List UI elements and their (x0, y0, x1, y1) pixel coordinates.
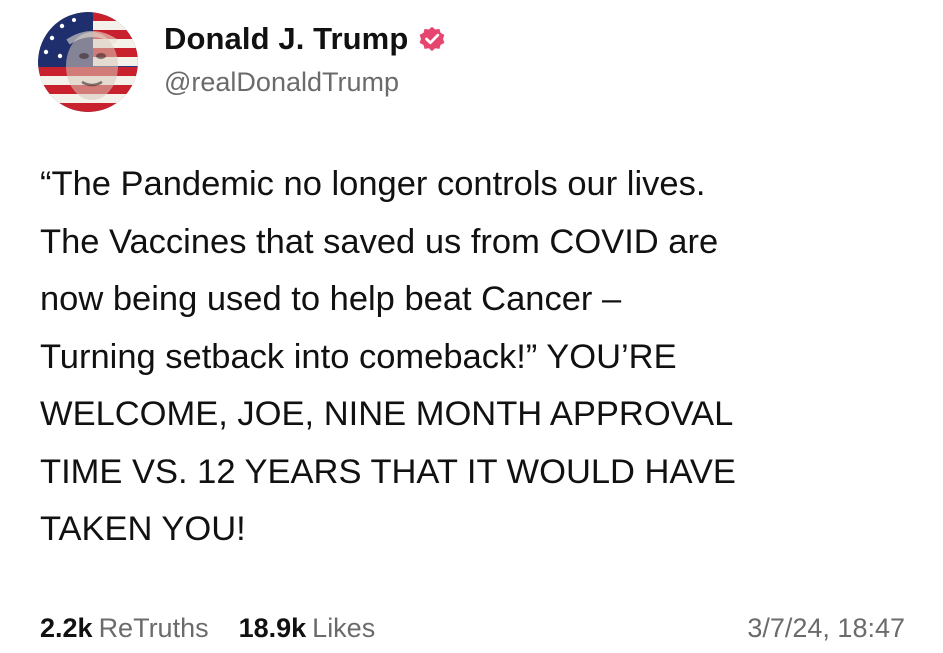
retruths-label: ReTruths (98, 612, 209, 643)
post-footer: 2.2k ReTruths 18.9k Likes 3/7/24, 18:47 (40, 608, 905, 648)
post-text: “The Pandemic no longer controls our liv… (40, 165, 736, 548)
retruths-stat[interactable]: 2.2k ReTruths (40, 613, 209, 644)
verified-badge-icon (417, 24, 447, 54)
retruths-count: 2.2k (40, 612, 93, 643)
truth-post: Donald J. Trump @realDonaldTrump “The Pa… (0, 0, 943, 653)
author-identity: Donald J. Trump @realDonaldTrump (164, 21, 447, 98)
avatar-image (38, 12, 138, 112)
author-name-row[interactable]: Donald J. Trump (164, 21, 447, 57)
post-timestamp[interactable]: 3/7/24, 18:47 (747, 613, 905, 644)
avatar[interactable] (38, 12, 138, 112)
post-header: Donald J. Trump @realDonaldTrump (38, 12, 447, 112)
likes-label: Likes (312, 612, 376, 643)
likes-count: 18.9k (238, 612, 307, 643)
author-handle[interactable]: @realDonaldTrump (164, 67, 447, 98)
author-display-name[interactable]: Donald J. Trump (164, 21, 408, 57)
likes-stat[interactable]: 18.9k Likes (239, 613, 376, 644)
